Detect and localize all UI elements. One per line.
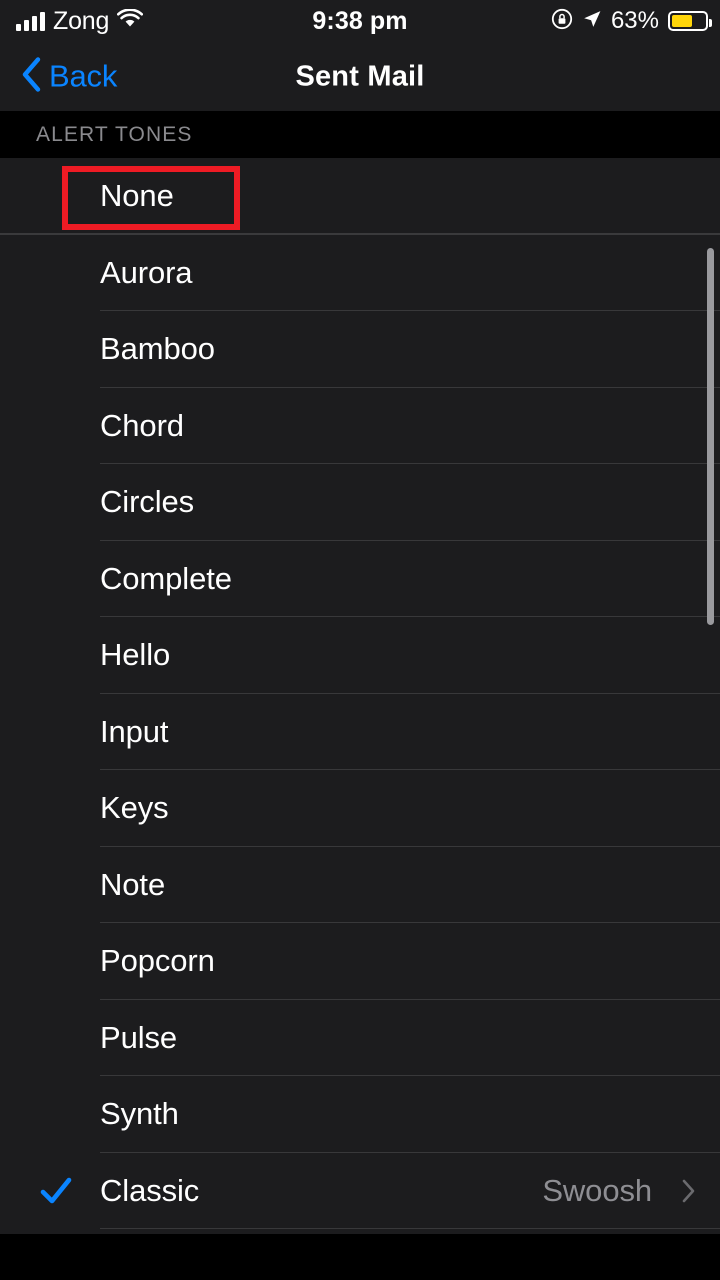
list-item[interactable]: Hello [0,617,720,694]
list-item-label: Aurora [100,254,193,290]
status-bar: Zong 9:38 pm 63% [0,0,720,42]
alert-tones-list[interactable]: None Aurora Bamboo Chord Circles Complete Hell… [0,158,720,1234]
list-item-label: Classic [100,1172,200,1208]
list-item-label: Note [100,866,166,902]
list-item[interactable]: Circles [0,464,720,541]
list-item[interactable]: Synth [0,1076,720,1153]
list-item[interactable]: Aurora [0,234,720,311]
list-item-label: Keys [100,790,169,826]
status-bar-right: 63% [551,7,712,35]
iphone-screen: Zong 9:38 pm 63% Back Sent Mail ALERT TO… [0,0,720,1280]
list-item[interactable]: Input [0,693,720,770]
section-header-alert-tones: ALERT TONES [0,111,720,158]
list-item-label: Hello [100,637,171,673]
list-item-label: Circles [100,484,195,520]
list-item-label: Pulse [100,1019,178,1055]
list-item[interactable]: None [0,158,720,235]
battery-percent-label: 63% [610,7,659,34]
list-item-label: Input [100,713,169,749]
list-item[interactable]: Complete [0,540,720,617]
location-arrow-icon [582,9,602,34]
list-item-label: Popcorn [100,943,215,979]
list-item-label: Complete [100,560,232,596]
list-item[interactable]: Popcorn [0,923,720,1000]
navigation-bar: Back Sent Mail [0,42,720,111]
battery-icon [668,11,712,31]
section-header-label: ALERT TONES [36,122,193,146]
list-item[interactable]: Keys [0,770,720,847]
row-separator [100,1228,720,1229]
vertical-scrollbar[interactable] [707,248,714,625]
page-title: Sent Mail [295,60,425,92]
list-item-label: Chord [100,407,184,443]
chevron-right-icon [682,1179,696,1203]
list-item-label: Synth [100,1096,179,1132]
list-item-label: Bamboo [100,331,215,367]
list-item[interactable]: Classic Swoosh [0,1152,720,1229]
list-item[interactable]: Pulse [0,999,720,1076]
list-item[interactable]: Bamboo [0,311,720,388]
list-item-value: Swoosh [542,1172,652,1208]
list-item[interactable]: Chord [0,387,720,464]
checkmark-icon [38,1173,74,1209]
list-item-label: None [100,178,174,214]
home-indicator-area [0,1234,720,1280]
rotation-lock-icon [551,8,573,35]
list-item[interactable]: Note [0,846,720,923]
